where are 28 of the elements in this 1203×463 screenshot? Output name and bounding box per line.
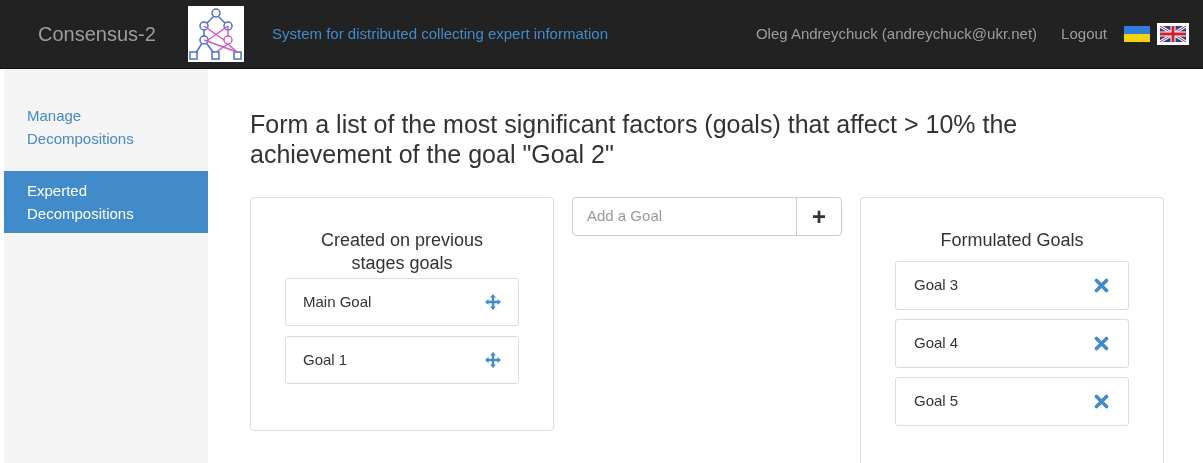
move-arrows-icon[interactable] <box>485 294 501 310</box>
goal-item[interactable]: Goal 1 <box>285 336 519 384</box>
goal-label: Goal 4 <box>914 333 959 354</box>
logout-link[interactable]: Logout <box>1061 22 1107 46</box>
add-goal-field[interactable]: Add a Goal + <box>572 197 842 236</box>
move-arrows-icon[interactable] <box>485 352 501 368</box>
brand[interactable]: Consensus-2 <box>38 19 188 49</box>
goal-item[interactable]: Main Goal <box>285 278 519 326</box>
remove-x-icon[interactable] <box>1094 336 1109 351</box>
panel-heading: Formulated Goals <box>940 229 1084 252</box>
ukraine-flag-icon[interactable] <box>1121 23 1153 45</box>
tagline-link[interactable]: System for distributed collecting expert information <box>272 22 608 46</box>
goal-label: Goal 3 <box>914 275 959 296</box>
remove-x-icon[interactable] <box>1094 278 1109 293</box>
panel-heading: Created on previous stages goals <box>319 229 485 275</box>
sidebar-item[interactable]: Experted Decompositions <box>4 171 208 233</box>
remove-x-icon[interactable] <box>1094 394 1109 409</box>
user-name: Oleg Andreychuck (andreychuck@ukr.net) <box>755 23 1038 44</box>
goal-label: Goal 1 <box>303 349 348 370</box>
goal-item[interactable]: Goal 5 <box>895 377 1129 426</box>
goal-item[interactable]: Goal 3 <box>895 261 1129 310</box>
tree-diagram-logo <box>188 6 244 62</box>
union-jack-flag-icon[interactable] <box>1157 23 1189 45</box>
goal-label: Main Goal <box>303 291 372 312</box>
page-title: Form a list of the most significant factors (goals) that affect > 10% the achievement of the goal "Goal 2" <box>250 109 1019 169</box>
goal-item[interactable]: Goal 4 <box>895 319 1129 368</box>
goal-label: Goal 5 <box>914 391 959 412</box>
add-button[interactable]: + <box>796 198 841 235</box>
